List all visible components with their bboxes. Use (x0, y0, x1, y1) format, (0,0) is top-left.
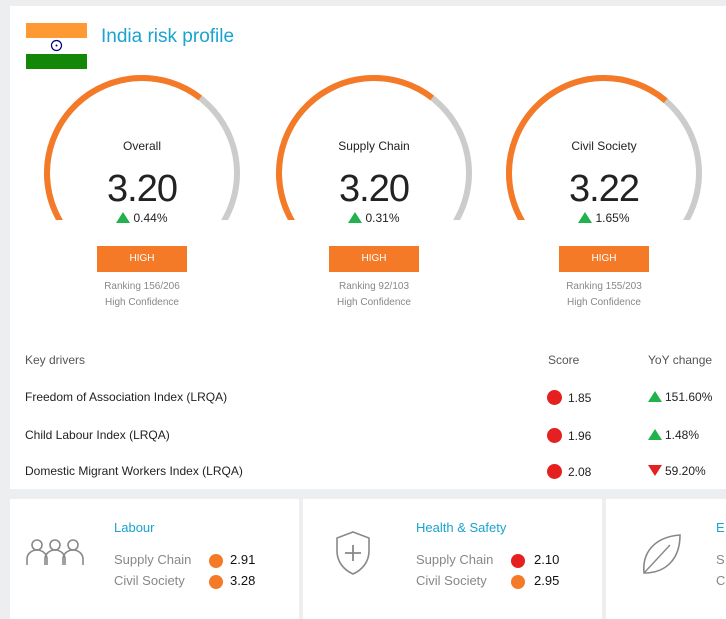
people-icon (26, 539, 84, 565)
card-row-label: Supply Chain (416, 552, 494, 567)
driver-name: Freedom of Association Index (LRQA) (25, 390, 228, 404)
trend-up-icon (348, 212, 363, 223)
card-title: Health & Safety (416, 520, 507, 535)
risk-profile-panel: India risk profile Overall 3.20 0.44% HI… (10, 6, 726, 489)
driver-score: 1.85 (547, 390, 591, 405)
gauge-change: 0.31% (274, 211, 474, 225)
gauge-overall[interactable]: Overall 3.20 0.44% HIGH Ranking 156/206 … (42, 10, 242, 308)
category-card-labour[interactable]: Labour Supply Chain 2.91 Civil Society 3… (10, 499, 299, 619)
score-dot-icon (209, 575, 223, 589)
score-dot-icon (547, 464, 562, 479)
gauge-change: 0.44% (42, 211, 242, 225)
driver-name: Domestic Migrant Workers Index (LRQA) (25, 464, 243, 478)
category-card-environment[interactable]: E S C (606, 499, 726, 619)
gauge-score: 3.22 (569, 168, 640, 210)
driver-score: 2.08 (547, 464, 591, 479)
drivers-header-yoy: YoY change (648, 353, 713, 367)
gauge-label: Supply Chain (338, 139, 410, 153)
card-row-label: Supply Chain (114, 552, 192, 567)
gauge-label: Civil Society (571, 139, 637, 153)
driver-yoy: 1.48% (648, 428, 699, 442)
score-dot-icon (547, 390, 562, 405)
card-row-label: Civil Society (416, 573, 487, 588)
score-dot-icon (209, 554, 223, 568)
card-title: E (716, 520, 725, 535)
card-row-value: 2.95 (534, 573, 560, 588)
risk-level-badge: HIGH (97, 246, 187, 272)
card-row-label: C (716, 573, 726, 588)
gauge-civil-society[interactable]: Civil Society 3.22 1.65% HIGH Ranking 15… (504, 10, 704, 308)
score-dot-icon (511, 575, 525, 589)
card-row-value: 3.28 (230, 573, 256, 588)
driver-yoy: 151.60% (648, 390, 712, 404)
score-dot-icon (547, 428, 562, 443)
gauge-score: 3.20 (339, 168, 410, 210)
card-row-label: S (716, 552, 725, 567)
risk-level-badge: HIGH (559, 246, 649, 272)
ranking-text: Ranking 156/206 (104, 281, 180, 292)
confidence-text: High Confidence (567, 297, 641, 308)
card-row-value: 2.10 (534, 552, 560, 567)
trend-up-icon (116, 212, 131, 223)
card-row-label: Civil Society (114, 573, 185, 588)
risk-level-badge: HIGH (329, 246, 419, 272)
gauge-change: 1.65% (504, 211, 704, 225)
card-title: Labour (114, 520, 155, 535)
trend-up-icon (648, 391, 662, 402)
driver-name: Child Labour Index (LRQA) (25, 428, 170, 442)
gauge-score: 3.20 (107, 168, 178, 210)
confidence-text: High Confidence (337, 297, 411, 308)
trend-up-icon (578, 212, 593, 223)
gauge-label: Overall (122, 139, 161, 153)
gauge-supply-chain[interactable]: Supply Chain 3.20 0.31% HIGH Ranking 92/… (274, 10, 474, 308)
card-row-value: 2.91 (230, 552, 256, 567)
trend-up-icon (648, 429, 662, 440)
drivers-header-score: Score (548, 353, 580, 367)
leaf-icon (643, 534, 681, 574)
score-dot-icon (511, 554, 525, 568)
trend-down-icon (648, 465, 662, 476)
driver-score: 1.96 (547, 428, 591, 443)
ranking-text: Ranking 155/203 (566, 281, 642, 292)
driver-yoy: 59.20% (648, 464, 706, 478)
ranking-text: Ranking 92/103 (338, 281, 410, 292)
shield-plus-icon (336, 531, 370, 575)
drivers-header-name: Key drivers (25, 353, 86, 367)
category-card-health-safety[interactable]: Health & Safety Supply Chain 2.10 Civil … (303, 499, 602, 619)
confidence-text: High Confidence (105, 297, 179, 308)
